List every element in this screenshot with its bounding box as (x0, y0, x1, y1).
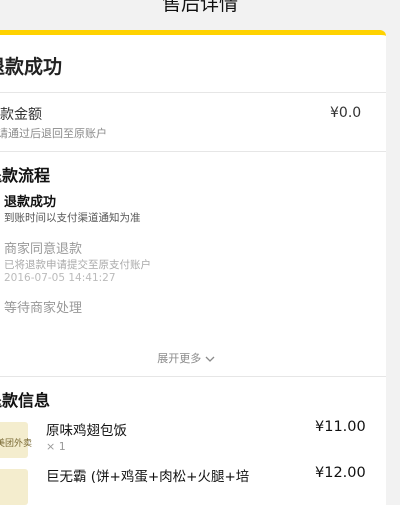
item-name: 巨无霸 (饼+鸡蛋+肉松+火腿+培 (46, 469, 250, 485)
top-bar: 售后详情 (0, 0, 400, 30)
refund-process-title: 退款流程 (0, 166, 51, 185)
thumbnail-label: 美团外卖 (0, 439, 33, 449)
item-thumbnail (0, 469, 28, 505)
expand-more-label: 展开更多 (157, 352, 202, 365)
step-title: 商家同意退款 (4, 242, 83, 257)
item-price: ¥11.00 (315, 419, 366, 435)
step-title: 退款成功 (4, 195, 57, 210)
step-note: 到账时间以支付渠道通知为准 (4, 212, 141, 224)
page-title: 售后详情 (161, 0, 238, 15)
step-note: 已将退款申请提交至原支付账户 (4, 259, 151, 271)
divider (0, 92, 386, 93)
item-name: 原味鸡翅包饭 (46, 423, 127, 439)
expand-more-button[interactable]: 展开更多 (0, 350, 386, 366)
refund-status-title: 退款成功 (0, 56, 63, 78)
item-price: ¥12.00 (315, 465, 366, 481)
item-quantity: × 1 (46, 440, 66, 453)
refund-amount-label: 退款金额 (0, 107, 42, 123)
step-title: 等待商家处理 (4, 301, 83, 316)
chevron-down-icon (205, 352, 215, 365)
after-sale-card: 退款成功 退款金额 审请通过后退回至原账户 ¥0.0 退款流程 退款成功 到账时… (0, 30, 386, 505)
item-thumbnail: 美团外卖 (0, 422, 32, 458)
refund-amount-note: 审请通过后退回至原账户 (0, 127, 107, 140)
divider (0, 151, 386, 152)
divider (0, 376, 386, 377)
step-time: 2016-07-05 14:41:27 (4, 272, 116, 284)
refund-amount-value: ¥0.0 (330, 105, 362, 121)
refund-info-title: 退款信息 (0, 391, 51, 410)
